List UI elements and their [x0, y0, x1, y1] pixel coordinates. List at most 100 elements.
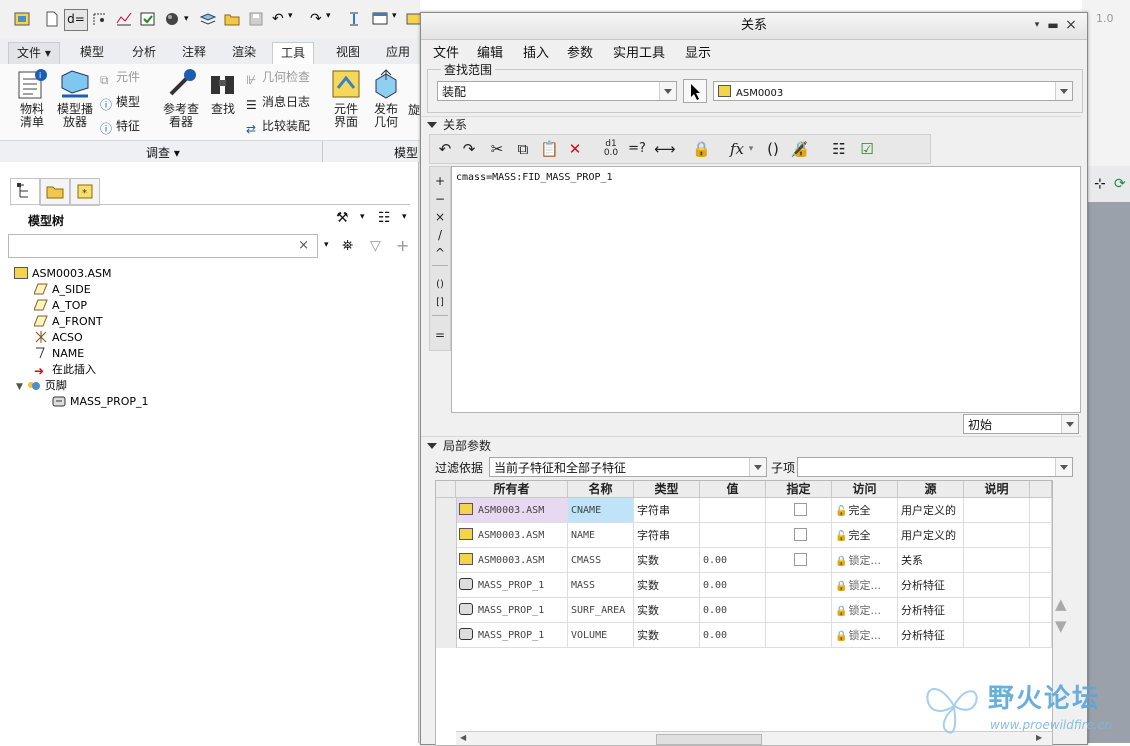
undo-icon[interactable]: ↶	[272, 11, 288, 27]
chevron-down-icon[interactable]: ▾	[324, 240, 329, 250]
op-parentheses-button[interactable]: ()	[430, 277, 450, 293]
chevron-down-icon[interactable]: ▾	[184, 11, 194, 27]
geometry-check-button[interactable]: ⊮ 几何检查	[246, 69, 310, 87]
evaluate-icon[interactable]: =?	[628, 140, 646, 158]
component-button[interactable]: ⧉ 元件	[100, 69, 140, 87]
column-header-designate[interactable]: 指定	[766, 481, 832, 498]
tab-annotate[interactable]: 注释	[174, 42, 214, 63]
tab-render[interactable]: 渲染	[224, 42, 264, 63]
reference-viewer-button[interactable]: 参考查 看器	[160, 68, 202, 129]
op-equals-button[interactable]: =	[430, 327, 450, 343]
cell-value[interactable]	[700, 523, 766, 548]
tree-item-a-top[interactable]: A_TOP	[33, 298, 87, 314]
tree-search-input[interactable]	[13, 236, 287, 258]
new-file-icon[interactable]	[44, 11, 60, 27]
datum-display-icon[interactable]: ⊹	[1094, 176, 1106, 192]
function-fx-icon[interactable]: fx	[728, 140, 746, 158]
spin-center-icon[interactable]: ⟳	[1114, 176, 1126, 192]
cell-value[interactable]: 0.00	[700, 598, 766, 623]
cell-name[interactable]: CNAME	[568, 498, 634, 523]
layers-icon[interactable]	[199, 11, 217, 27]
clear-search-icon[interactable]: ×	[298, 238, 309, 253]
model-info-button[interactable]: ⓘ 模型	[100, 94, 140, 112]
op-power-button[interactable]: ^	[430, 245, 450, 261]
parameter-lock-icon[interactable]: 🔏	[790, 140, 809, 158]
tree-item-mass-prop[interactable]: MASS_PROP_1	[52, 394, 149, 410]
cell-name[interactable]: CMASS	[568, 548, 634, 573]
tree-display-icon[interactable]: ☷	[378, 210, 391, 226]
add-icon[interactable]: +	[396, 236, 409, 255]
move-up-icon[interactable]: ▲	[1055, 595, 1067, 613]
cell-designate[interactable]	[766, 598, 832, 623]
cell-description[interactable]	[964, 498, 1030, 523]
delete-icon[interactable]: ✕	[566, 140, 584, 158]
menu-utilities[interactable]: 实用工具	[613, 42, 665, 61]
scroll-left-icon[interactable]: ◀	[460, 733, 466, 742]
relations-section-header[interactable]: 关系	[427, 116, 467, 134]
search-binoculars-icon[interactable]: ⛯	[342, 238, 353, 254]
column-header-owner[interactable]: 所有者	[456, 481, 568, 498]
cell-value[interactable]: 0.00	[700, 623, 766, 648]
sphere-appearance-icon[interactable]	[164, 11, 180, 27]
cell-name[interactable]: VOLUME	[568, 623, 634, 648]
tab-view[interactable]: 视图	[328, 42, 368, 63]
designate-checkbox[interactable]	[793, 503, 807, 516]
cell-description[interactable]	[964, 623, 1030, 648]
verify-lock-icon[interactable]: 🔒	[692, 140, 711, 158]
tab-tools[interactable]: 工具	[272, 42, 315, 64]
menu-file[interactable]: 文件	[433, 42, 459, 61]
publish-geometry-button[interactable]: 发布 几何	[368, 68, 404, 129]
cell-description[interactable]	[964, 523, 1030, 548]
regenerate-check-icon[interactable]	[140, 11, 156, 27]
filter-select[interactable]: 当前子特征和全部子特征	[489, 457, 767, 477]
dimension-display-icon[interactable]: ⟷	[654, 140, 676, 158]
expand-arrow-icon[interactable]: ▼	[16, 382, 23, 392]
menu-edit[interactable]: 编辑	[477, 42, 503, 61]
group-model[interactable]: 模型	[394, 144, 418, 161]
dialog-title-bar[interactable]: 关系 ▾ ▬ ×	[421, 13, 1087, 40]
tree-search-box[interactable]: ×	[8, 234, 318, 258]
redo-icon[interactable]: ↷	[460, 140, 478, 158]
model-player-button[interactable]: 模型播 放器	[54, 68, 96, 129]
message-log-button[interactable]: ☰ 消息日志	[246, 94, 310, 112]
tab-model-tree[interactable]	[10, 178, 40, 206]
open-folder-icon[interactable]	[224, 11, 240, 27]
tree-item-name[interactable]: NAME	[34, 346, 84, 362]
cell-designate[interactable]	[766, 548, 832, 573]
cell-value[interactable]: 0.00	[700, 548, 766, 573]
copy-icon[interactable]: ⧉	[514, 140, 532, 158]
cell-name[interactable]: MASS	[568, 573, 634, 598]
relations-editor[interactable]: cmass=MASS:FID_MASS_PROP_1	[451, 166, 1081, 413]
cut-icon[interactable]: ✂	[488, 140, 506, 158]
op-brackets-button[interactable]: []	[430, 295, 450, 311]
app-logo-icon[interactable]	[14, 11, 30, 27]
relation-state-select[interactable]: 初始	[963, 414, 1079, 434]
verify-check-icon[interactable]: ☑	[858, 140, 876, 158]
cell-value[interactable]	[700, 498, 766, 523]
redo-icon[interactable]: ↷	[310, 11, 326, 27]
column-header-value[interactable]: 值	[700, 481, 766, 498]
op-divide-button[interactable]: /	[430, 227, 450, 243]
column-header-access[interactable]: 访问	[832, 481, 898, 498]
close-icon[interactable]: ×	[1063, 17, 1079, 33]
brackets-icon[interactable]: ()	[764, 140, 782, 158]
tree-settings-icon[interactable]: ⚒	[336, 210, 349, 226]
relation-line[interactable]: cmass=MASS:FID_MASS_PROP_1	[456, 172, 613, 183]
relations-d-icon[interactable]: d=	[64, 9, 88, 31]
cell-designate[interactable]	[766, 523, 832, 548]
tab-file[interactable]: 文件 ▾	[8, 42, 60, 65]
cell-value[interactable]: 0.00	[700, 573, 766, 598]
feature-info-button[interactable]: ⓘ 特征	[100, 118, 140, 136]
tab-folder-browser[interactable]	[40, 178, 70, 206]
tree-item-insert-here[interactable]: ➜ 在此插入	[34, 362, 96, 378]
tree-item-root[interactable]: ASM0003.ASM	[14, 266, 112, 282]
dimension-icon[interactable]	[92, 11, 108, 27]
column-header-description[interactable]: 说明	[964, 481, 1030, 498]
column-header-name[interactable]: 名称	[568, 481, 634, 498]
tab-applications[interactable]: 应用程	[378, 42, 420, 80]
component-interface-button[interactable]: 元件 界面	[326, 68, 366, 129]
cell-description[interactable]	[964, 573, 1030, 598]
chevron-down-icon[interactable]: ▾	[288, 11, 298, 27]
find-button[interactable]: 查找	[206, 68, 240, 116]
move-down-icon[interactable]: ▼	[1055, 617, 1067, 635]
